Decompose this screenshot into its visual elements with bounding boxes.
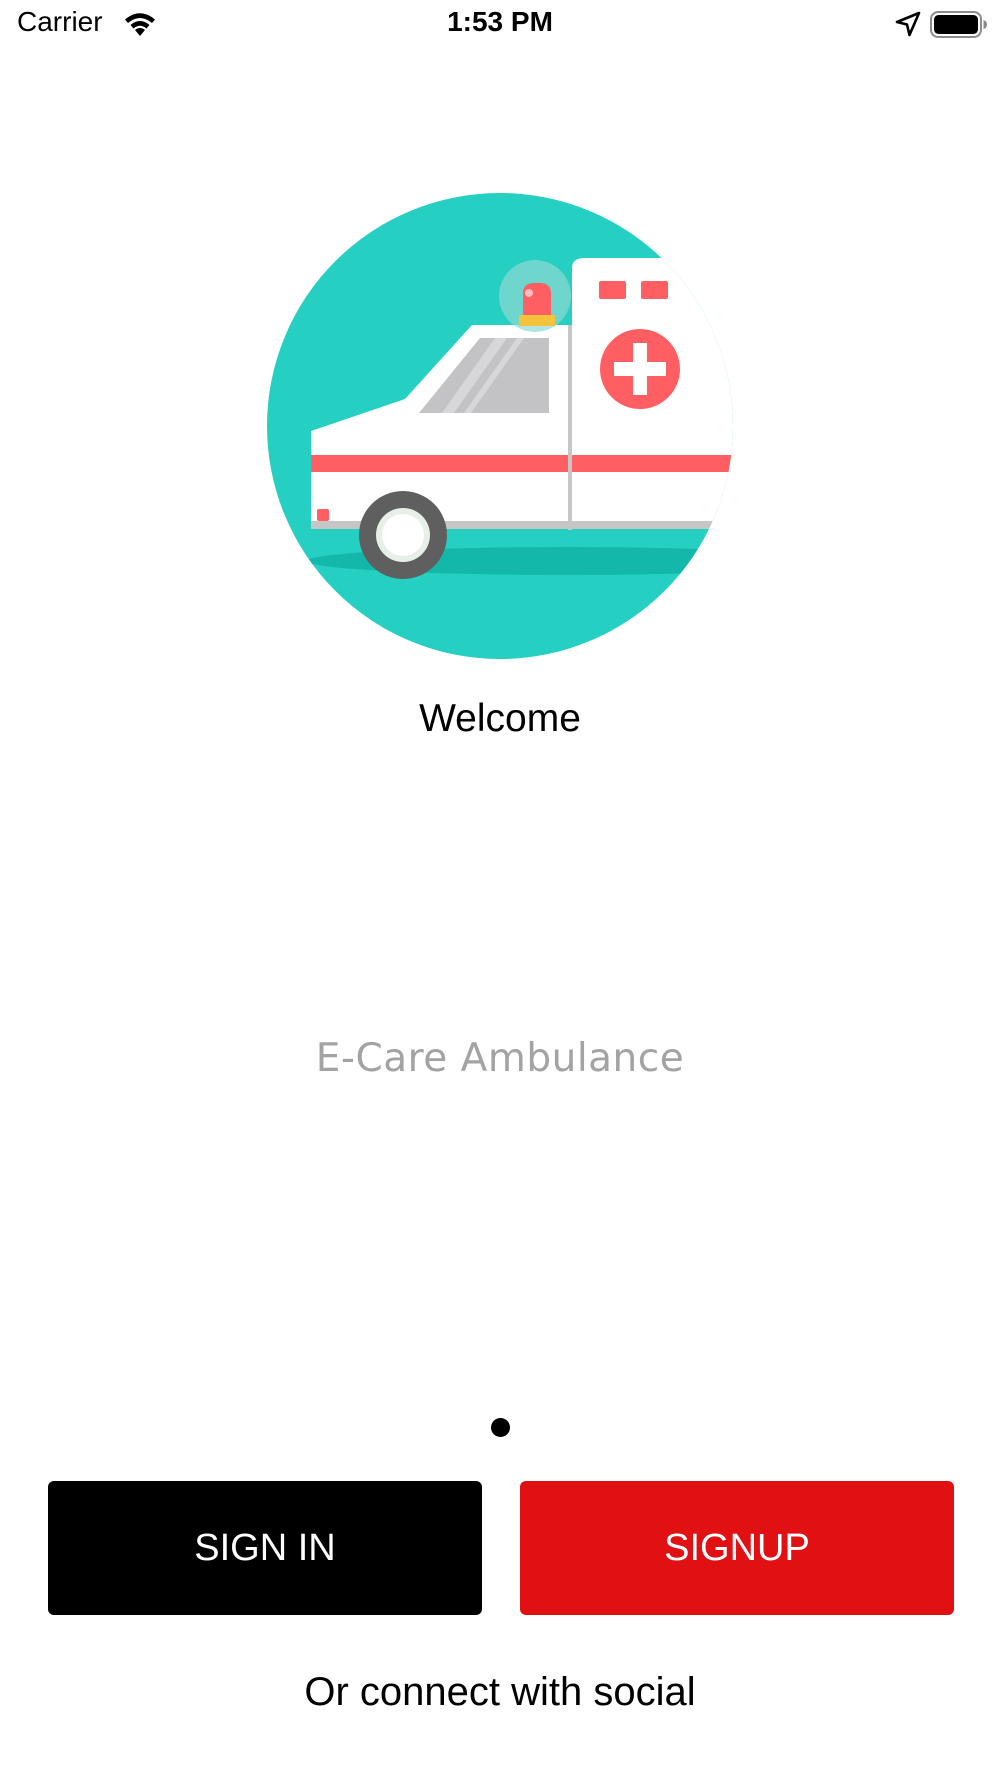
app-name-label: E-Care Ambulance	[315, 1036, 685, 1081]
location-arrow-icon	[895, 11, 921, 37]
battery-icon	[930, 11, 987, 38]
sign-up-button[interactable]: SIGNUP	[520, 1481, 954, 1615]
welcome-screen: Carrier 1:53 PM Welcome E-Care Ambulance…	[0, 0, 1000, 1778]
status-bar: Carrier 1:53 PM	[0, 0, 1000, 52]
social-connect-label[interactable]: Or connect with social	[0, 1670, 1000, 1715]
page-indicator-dot[interactable]	[491, 1418, 510, 1437]
sign-in-button[interactable]: SIGN IN	[48, 1481, 482, 1615]
welcome-title: Welcome	[419, 697, 581, 740]
clock: 1:53 PM	[447, 6, 553, 37]
ambulance-illustration	[267, 193, 733, 659]
